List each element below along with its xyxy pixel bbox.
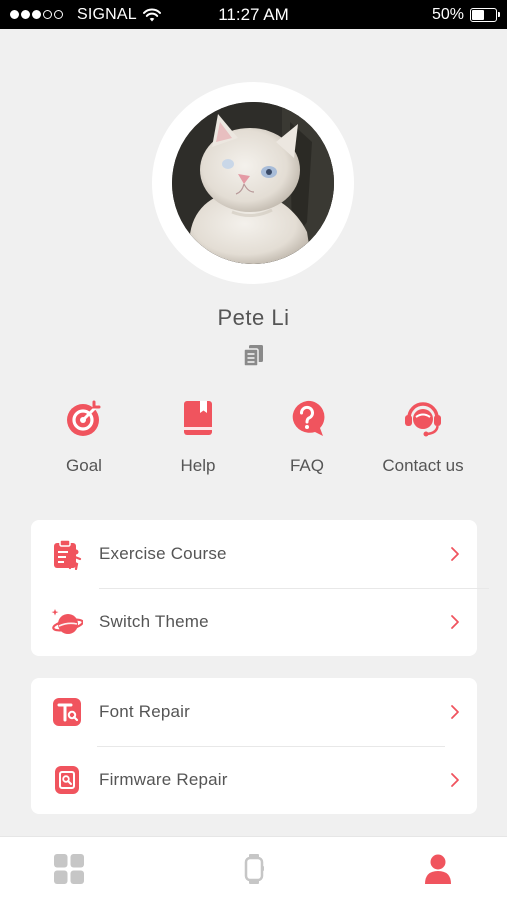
wifi-icon <box>142 8 161 21</box>
chevron-right-icon <box>451 773 459 787</box>
menu-item-label: Font Repair <box>99 702 191 721</box>
target-icon <box>67 400 101 436</box>
quick-actions: Goal Help FAQ Contact us <box>0 398 507 480</box>
carrier-name: SIGNAL <box>77 5 137 23</box>
battery-icon <box>470 7 500 22</box>
status-left: SIGNAL <box>10 6 200 24</box>
chevron-right-icon <box>451 615 459 629</box>
battery-percent: 50% <box>431 5 464 23</box>
grid-icon <box>54 854 84 884</box>
exercise-clipboard-icon <box>54 539 82 570</box>
cat-photo-icon <box>172 102 334 264</box>
font-repair-icon <box>53 698 81 726</box>
tab-bar <box>0 836 507 900</box>
watch-icon <box>244 854 264 884</box>
menu-item-firmware-repair[interactable]: Firmware Repair <box>31 746 477 814</box>
quick-action-faq[interactable]: FAQ <box>247 398 367 476</box>
quick-action-label: FAQ <box>289 456 324 475</box>
user-name: Pete Li <box>217 305 290 330</box>
quick-action-contact[interactable]: Contact us <box>363 398 483 476</box>
tab-dashboard[interactable] <box>9 837 129 900</box>
headset-icon <box>405 402 441 437</box>
menu-item-switch-theme[interactable]: Switch Theme <box>31 588 477 656</box>
avatar[interactable] <box>172 102 334 264</box>
menu-group-2: Font Repair Firmware Repair <box>31 678 477 814</box>
avatar-ring[interactable] <box>152 82 354 284</box>
battery-fill <box>472 9 484 20</box>
signal-strength-icon <box>10 10 63 19</box>
quick-action-label: Help <box>180 456 216 475</box>
menu-item-label: Firmware Repair <box>99 770 228 789</box>
chevron-right-icon <box>451 547 459 561</box>
tab-device[interactable] <box>194 837 314 900</box>
tab-profile[interactable] <box>378 837 498 900</box>
person-icon <box>425 854 451 884</box>
quick-action-label: Goal <box>66 456 102 475</box>
question-bubble-icon <box>292 400 325 436</box>
menu-item-font-repair[interactable]: Font Repair <box>31 678 477 746</box>
menu-group-1: Exercise Course Switch Theme <box>31 520 489 656</box>
menu-item-exercise-course[interactable]: Exercise Course <box>31 520 477 588</box>
status-bar: SIGNAL 11:27 AM 50% <box>0 0 507 29</box>
quick-action-help[interactable]: Help <box>138 398 258 476</box>
chevron-right-icon <box>451 705 459 719</box>
book-icon <box>184 401 212 435</box>
firmware-repair-icon <box>55 766 79 794</box>
status-right: 50% <box>431 5 500 24</box>
menu-item-label: Exercise Course <box>99 544 227 563</box>
planet-icon <box>51 609 83 634</box>
copy-id-icon[interactable] <box>241 342 267 368</box>
menu-item-label: Switch Theme <box>99 612 209 631</box>
quick-action-goal[interactable]: Goal <box>24 398 144 476</box>
quick-action-label: Contact us <box>382 456 464 475</box>
